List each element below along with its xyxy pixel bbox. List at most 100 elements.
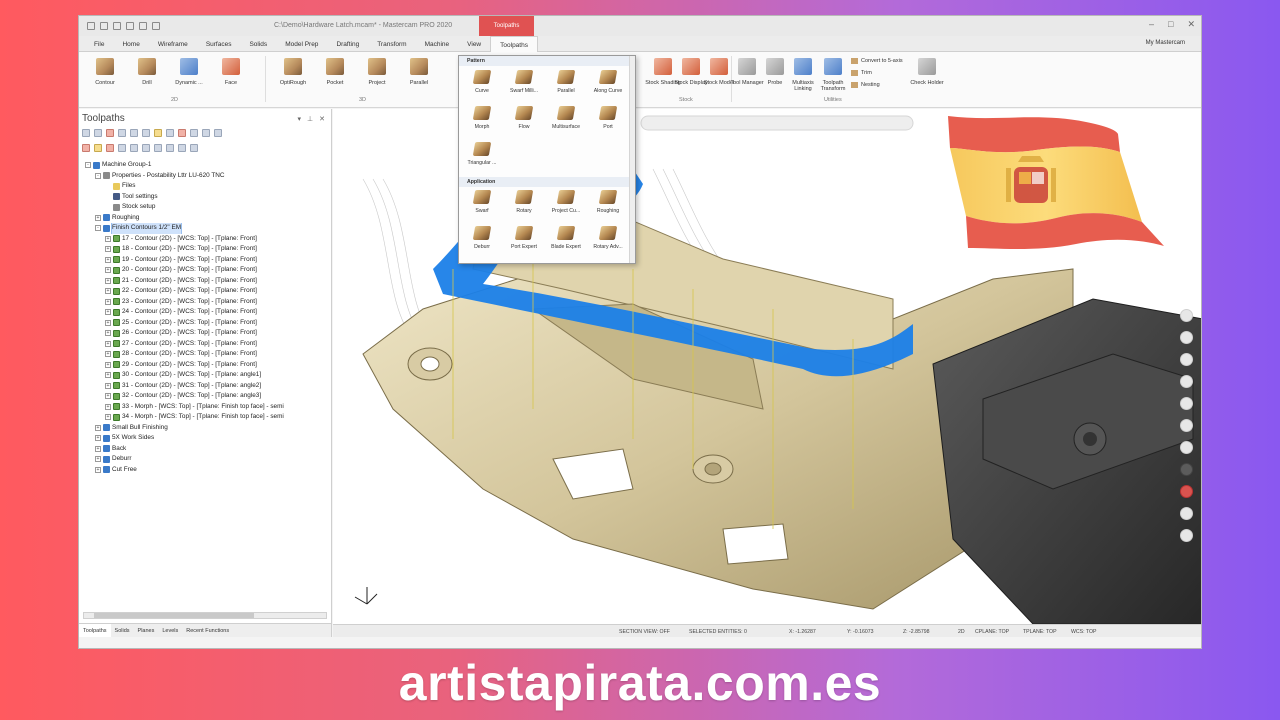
gallery-item[interactable]: Parallel	[545, 70, 587, 94]
tree-node[interactable]: +30 - Contour (2D) - [WCS: Top] - [Tplan…	[79, 370, 332, 381]
check-holder-button[interactable]: Check Holder	[909, 56, 945, 86]
tree-node[interactable]: +19 - Contour (2D) - [WCS: Top] - [Tplan…	[79, 255, 332, 266]
tree-node[interactable]: + Small Bull Finishing	[79, 423, 332, 434]
view-toolbar[interactable]	[640, 115, 914, 131]
tab-bottom-levels[interactable]: Levels	[158, 624, 182, 637]
panel-close-icon[interactable]: ✕	[319, 115, 325, 123]
tree-node[interactable]: +21 - Contour (2D) - [WCS: Top] - [Tplan…	[79, 276, 332, 287]
toggle-posting-icon[interactable]	[142, 144, 150, 152]
horizontal-scrollbar[interactable]	[83, 612, 327, 619]
tree-node[interactable]: +22 - Contour (2D) - [WCS: Top] - [Tplan…	[79, 286, 332, 297]
settings-icon[interactable]	[1180, 441, 1193, 454]
nesting-button[interactable]: Nesting	[851, 82, 880, 88]
tree-node[interactable]: + Cut Free	[79, 465, 332, 476]
tab-toolpaths[interactable]: Toolpaths	[490, 36, 538, 52]
pan-icon[interactable]	[1180, 397, 1193, 410]
expand-toggle-icon[interactable]: +	[105, 403, 111, 410]
gallery-item[interactable]: Multisurface	[545, 106, 587, 130]
expand-all-icon[interactable]	[154, 144, 162, 152]
expand-toggle-icon[interactable]: +	[105, 267, 111, 274]
gallery-item[interactable]: Swarf	[461, 190, 503, 214]
gallery-item[interactable]: Curve	[461, 70, 503, 94]
maximize-icon[interactable]: □	[1168, 19, 1173, 30]
gallery-item[interactable]: Triangular ...	[461, 142, 503, 166]
expand-toggle-icon[interactable]: +	[105, 330, 111, 337]
gallery-item[interactable]: Flow	[503, 106, 545, 130]
expand-toggle-icon[interactable]: +	[105, 256, 111, 263]
gallery-item[interactable]: Port Expert	[503, 226, 545, 250]
gallery-item[interactable]: Project Cu...	[545, 190, 587, 214]
trim-button[interactable]: Trim	[851, 70, 872, 76]
tree-node[interactable]: +34 - Morph - [WCS: Top] - [Tplane: Fini…	[79, 412, 332, 423]
tab-wireframe[interactable]: Wireframe	[149, 36, 197, 52]
zoom-out-icon[interactable]	[1180, 331, 1193, 344]
tab-bottom-toolpaths[interactable]: Toolpaths	[79, 624, 111, 637]
close-icon[interactable]: ✕	[1187, 19, 1195, 30]
section-icon[interactable]	[1180, 507, 1193, 520]
tab-view[interactable]: View	[458, 36, 490, 52]
gallery-scrollbar[interactable]	[629, 56, 635, 263]
tab-bottom-recent-functions[interactable]: Recent Functions	[182, 624, 233, 637]
tree-node[interactable]: Stock setup	[79, 202, 332, 213]
expand-toggle-icon[interactable]: +	[105, 235, 111, 242]
view-icon[interactable]	[1180, 419, 1193, 432]
expand-toggle-icon[interactable]: -	[95, 225, 101, 232]
save-icon[interactable]	[113, 22, 121, 30]
move-down-icon[interactable]	[82, 144, 90, 152]
select-all-icon[interactable]	[82, 129, 90, 137]
tree-node[interactable]: +5X Work Sides	[79, 433, 332, 444]
toolpath-transform-button[interactable]: Toolpath Transform	[815, 56, 851, 92]
insert-arrow-icon[interactable]	[106, 144, 114, 152]
contour-button[interactable]: Contour	[87, 56, 123, 86]
tree-node[interactable]: +29 - Contour (2D) - [WCS: Top] - [Tplan…	[79, 360, 332, 371]
expand-toggle-icon[interactable]: +	[105, 246, 111, 253]
filter-icon[interactable]	[178, 144, 186, 152]
move-up-icon[interactable]	[94, 144, 102, 152]
toggle-display-icon[interactable]	[130, 144, 138, 152]
status-mode[interactable]: 2D	[958, 629, 965, 635]
expand-toggle-icon[interactable]: +	[95, 456, 101, 463]
tree-node[interactable]: +20 - Contour (2D) - [WCS: Top] - [Tplan…	[79, 265, 332, 276]
regen-icon[interactable]	[106, 129, 114, 137]
tab-solids[interactable]: Solids	[240, 36, 276, 52]
tab-file[interactable]: File	[85, 36, 113, 52]
tree-node[interactable]: + Roughing	[79, 213, 332, 224]
tree-node[interactable]: - Machine Group-1	[79, 160, 332, 171]
expand-toggle-icon[interactable]: +	[95, 435, 101, 442]
options-icon[interactable]	[190, 144, 198, 152]
status-cplane[interactable]: CPLANE: TOP	[975, 629, 1009, 635]
tree-node[interactable]: +31 - Contour (2D) - [WCS: Top] - [Tplan…	[79, 381, 332, 392]
tree-node[interactable]: +26 - Contour (2D) - [WCS: Top] - [Tplan…	[79, 328, 332, 339]
parallel-button[interactable]: Parallel	[401, 56, 437, 86]
tree-node[interactable]: Tool settings	[79, 192, 332, 203]
gallery-item[interactable]: Roughing	[587, 190, 629, 214]
scrollbar-thumb[interactable]	[94, 613, 254, 618]
expand-toggle-icon[interactable]: +	[105, 277, 111, 284]
expand-toggle-icon[interactable]: +	[105, 340, 111, 347]
panel-pin-icon[interactable]: ⊥	[307, 115, 313, 123]
tree-node[interactable]: + Deburr	[79, 454, 332, 465]
shading-icon[interactable]	[1180, 463, 1193, 476]
new-file-icon[interactable]	[87, 22, 95, 30]
undo-icon[interactable]	[139, 22, 147, 30]
tree-node[interactable]: +32 - Contour (2D) - [WCS: Top] - [Tplan…	[79, 391, 332, 402]
expand-toggle-icon[interactable]: -	[85, 162, 91, 169]
backplot-icon[interactable]	[130, 129, 138, 137]
tree-node[interactable]: +18 - Contour (2D) - [WCS: Top] - [Tplan…	[79, 244, 332, 255]
panel-menu-icon[interactable]: ▾	[298, 115, 302, 123]
tree-node[interactable]: - Finish Contours 1/2" EM	[79, 223, 332, 234]
expand-toggle-icon[interactable]: +	[105, 382, 111, 389]
print-icon[interactable]	[126, 22, 134, 30]
tab-surfaces[interactable]: Surfaces	[197, 36, 241, 52]
tree-node[interactable]: +28 - Contour (2D) - [WCS: Top] - [Tplan…	[79, 349, 332, 360]
high-feed-icon[interactable]	[178, 129, 186, 137]
expand-toggle-icon[interactable]: -	[95, 172, 101, 179]
expand-toggle-icon[interactable]: +	[105, 298, 111, 305]
tab-home[interactable]: Home	[113, 36, 148, 52]
filter-icon[interactable]	[1180, 529, 1193, 542]
expand-toggle-icon[interactable]: +	[105, 414, 111, 421]
fit-icon[interactable]	[1180, 353, 1193, 366]
open-file-icon[interactable]	[100, 22, 108, 30]
gallery-item[interactable]: Rotary	[503, 190, 545, 214]
tab-machine[interactable]: Machine	[416, 36, 459, 52]
